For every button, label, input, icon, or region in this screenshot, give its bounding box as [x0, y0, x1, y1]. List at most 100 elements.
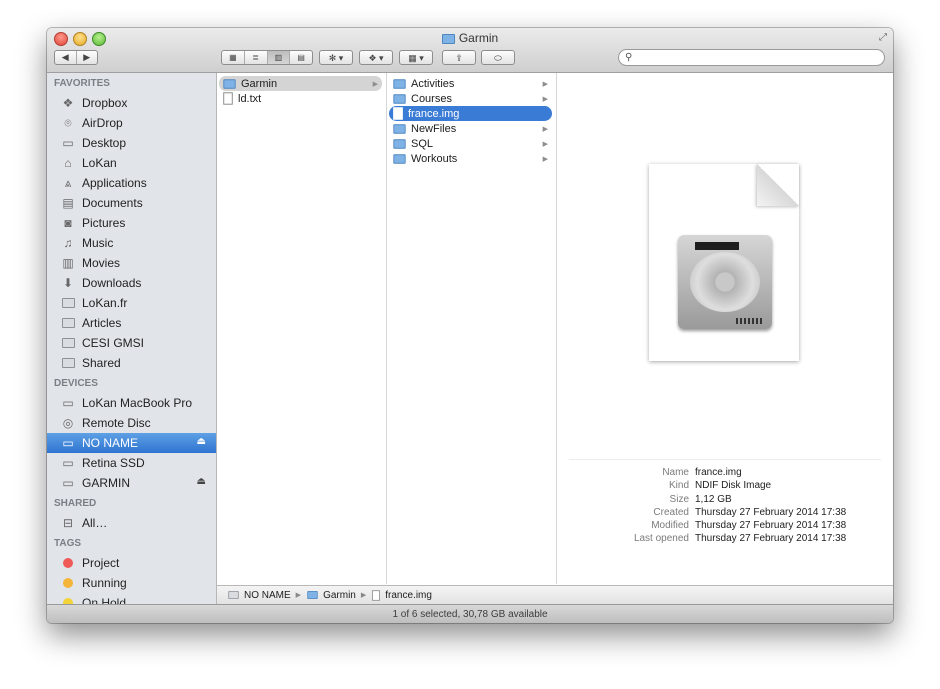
sidebar-item[interactable]: ▥ Movies: [47, 253, 216, 273]
sidebar-item-label: GARMIN: [82, 476, 130, 490]
disclosure-arrow-icon: ▶: [542, 80, 548, 88]
tags-button[interactable]: ⬭: [481, 50, 515, 65]
sidebar-item-label: Project: [82, 556, 120, 570]
sidebar-item-label: Remote Disc: [82, 416, 151, 430]
folder-icon: [61, 296, 75, 310]
path-segment[interactable]: NO NAME: [227, 590, 291, 601]
file-row[interactable]: france.img: [389, 106, 552, 121]
path-segment[interactable]: Garmin: [306, 590, 356, 601]
folder-row[interactable]: SQL ▶: [389, 136, 552, 151]
forward-button[interactable]: ▶: [75, 51, 98, 64]
folder-icon: [393, 123, 406, 134]
item-name: NewFiles: [411, 122, 457, 135]
dropbox-menu-button[interactable]: ❖ ▾: [359, 50, 393, 65]
path-bar: NO NAME ▶ Garmin ▶ france.img: [217, 585, 893, 604]
sidebar-item-label: On Hold: [82, 596, 127, 604]
documents-icon: ▤: [62, 196, 74, 210]
document-icon: [393, 107, 403, 120]
desktop-icon: ▭: [62, 136, 74, 150]
laptop-icon: ▭: [62, 396, 74, 410]
column-view-button[interactable]: ▥: [266, 51, 290, 64]
back-button[interactable]: ◀: [55, 51, 76, 64]
fullscreen-icon[interactable]: ⤢: [879, 32, 887, 43]
sidebar-item[interactable]: ♫ Music: [47, 233, 216, 253]
folder-icon: [61, 318, 75, 328]
drive-label: [695, 242, 739, 250]
list-view-button[interactable]: ≣: [243, 51, 267, 64]
disclosure-arrow-icon: ▶: [542, 125, 548, 133]
sidebar-item[interactable]: ⊟ All…: [47, 513, 216, 533]
sidebar-item[interactable]: ▭ GARMIN ⏏: [47, 473, 216, 493]
sidebar-item[interactable]: LoKan.fr: [47, 293, 216, 313]
sidebar-item[interactable]: ▭ Desktop: [47, 133, 216, 153]
action-menu-button[interactable]: ✻ ▾: [319, 50, 353, 65]
coverflow-view-button[interactable]: ▤: [289, 51, 312, 64]
file-row[interactable]: ld.txt: [219, 91, 382, 106]
file-info: Name france.img Kind NDIF Disk Image Size 1,1…: [557, 467, 893, 547]
info-row: Last opened Thursday 27 February 2014 17:…: [557, 533, 893, 546]
disc-icon: ◎: [62, 416, 74, 430]
info-row: Size 1,12 GB: [557, 494, 893, 507]
sidebar-item[interactable]: Shared: [47, 353, 216, 373]
status-bar: 1 of 6 selected, 30,78 GB available: [47, 604, 893, 623]
eject-icon[interactable]: ⏏: [197, 436, 206, 447]
folder-icon: [61, 358, 75, 368]
eject-icon[interactable]: ⏏: [197, 476, 206, 487]
sidebar-item[interactable]: ▭ LoKan MacBook Pro: [47, 393, 216, 413]
path-separator-icon: ▶: [360, 592, 367, 599]
pictures-icon: ◙: [64, 216, 72, 230]
folder-icon: [61, 316, 75, 330]
sidebar-item[interactable]: ▤ Documents: [47, 193, 216, 213]
disclosure-arrow-icon: ▶: [542, 140, 548, 148]
info-value: Thursday 27 February 2014 17:38: [695, 533, 847, 545]
applications-icon: ⩓: [64, 175, 72, 190]
sidebar-item[interactable]: ▭ Retina SSD: [47, 453, 216, 473]
sidebar-item-label: LoKan: [82, 156, 117, 170]
document-icon: [372, 589, 381, 601]
sidebar-item[interactable]: ◎ Remote Disc: [47, 413, 216, 433]
share-button[interactable]: ⇪: [442, 50, 476, 65]
sidebar-item[interactable]: ⌂ LoKan: [47, 153, 216, 173]
sidebar-item[interactable]: Project: [47, 553, 216, 573]
folder-row[interactable]: Garmin ▶: [219, 76, 382, 91]
item-name: Courses: [411, 92, 452, 105]
sidebar-item[interactable]: Running: [47, 573, 216, 593]
sidebar-item[interactable]: On Hold: [47, 593, 216, 604]
folder-row[interactable]: Workouts ▶: [389, 151, 552, 166]
tags-header: TAGS: [54, 538, 82, 549]
sidebar-item[interactable]: ⌾ AirDrop: [47, 113, 216, 133]
sidebar-item[interactable]: CESI GMSI: [47, 333, 216, 353]
folder-icon: [61, 336, 75, 350]
column-1: Garmin ▶ ld.txt: [217, 73, 387, 584]
info-row: Name france.img: [557, 467, 893, 480]
sidebar-item[interactable]: ⩓ Applications: [47, 173, 216, 193]
sidebar-item[interactable]: ▭ NO NAME ⏏: [47, 433, 216, 453]
path-segment-label: france.img: [385, 589, 432, 601]
icon-view-button[interactable]: ▦: [222, 51, 244, 64]
network-icon: ⊟: [62, 516, 74, 530]
sidebar-item[interactable]: ⬇ Downloads: [47, 273, 216, 293]
search-input[interactable]: ⚲: [618, 49, 885, 66]
path-segment[interactable]: france.img: [371, 589, 432, 602]
tag-dot-icon: [61, 576, 75, 590]
sidebar-item-label: Running: [82, 576, 127, 590]
sidebar-item[interactable]: Articles: [47, 313, 216, 333]
folder-icon: [441, 34, 455, 44]
file-preview-icon: [649, 164, 799, 361]
sidebar-item-label: NO NAME: [82, 436, 139, 450]
folder-row[interactable]: NewFiles ▶: [389, 121, 552, 136]
column-2: Activities ▶ Courses ▶ france.img NewFiles ▶ SQ…: [387, 73, 557, 584]
folder-row[interactable]: Activities ▶: [389, 76, 552, 91]
arrange-menu-button[interactable]: ▦ ▾: [399, 50, 433, 65]
downloads-icon: ⬇: [62, 276, 74, 290]
devices-header: DEVICES: [54, 378, 98, 389]
sidebar-item-label: CESI GMSI: [82, 336, 145, 350]
sidebar-item[interactable]: ◙ Pictures: [47, 213, 216, 233]
folder-icon: [307, 591, 318, 599]
sidebar-item-label: Applications: [82, 176, 147, 190]
folder-row[interactable]: Courses ▶: [389, 91, 552, 106]
sidebar-item[interactable]: ❖ Dropbox: [47, 93, 216, 113]
sidebar-item-label: LoKan.fr: [82, 296, 128, 310]
shared-header: SHARED: [54, 498, 97, 509]
tag-dot-icon: [61, 596, 75, 604]
